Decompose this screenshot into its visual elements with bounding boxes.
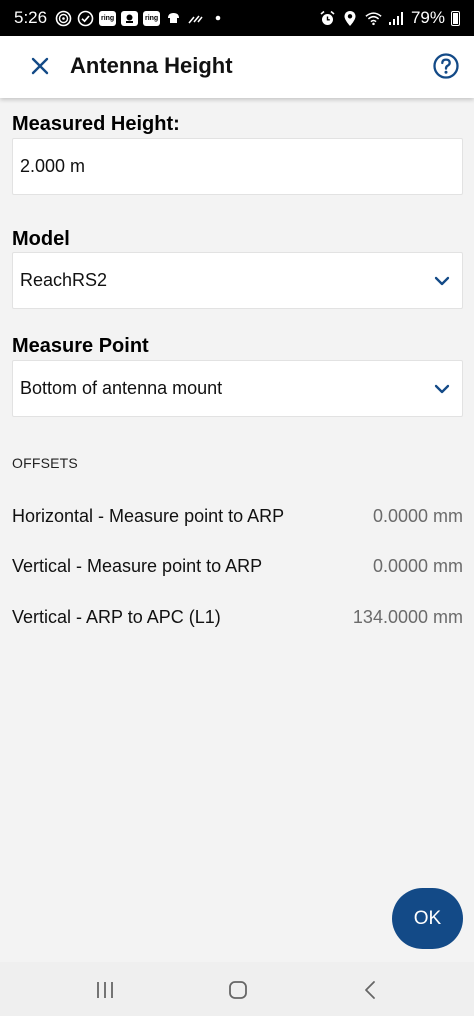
back-button[interactable]	[358, 978, 382, 1002]
alarm-icon	[319, 10, 336, 27]
chef-icon	[165, 10, 182, 27]
offset-label: Vertical - ARP to APC (L1)	[12, 607, 221, 627]
offset-label: Horizontal - Measure point to ARP	[12, 506, 285, 526]
app-icon	[121, 10, 139, 26]
notification-icons: ring ring	[55, 10, 226, 27]
offset-row: Horizontal - Measure point to ARP 0.0000…	[12, 506, 463, 527]
home-icon	[229, 981, 247, 999]
measure-point-label: Measure Point	[12, 335, 149, 357]
back-icon	[365, 981, 375, 999]
offset-row: Vertical - ARP to APC (L1) 134.0000 mm	[12, 607, 463, 628]
offset-row: Vertical - Measure point to ARP 0.0000 m…	[12, 556, 463, 577]
wifi-icon	[365, 10, 382, 27]
offsets-heading: OFFSETS	[12, 455, 78, 471]
recent-apps-icon	[97, 982, 113, 998]
location-icon	[342, 10, 359, 27]
measured-height-label: Measured Height:	[12, 113, 180, 135]
chevron-down-icon	[434, 276, 450, 286]
measured-height-value: 2.000 m	[20, 156, 86, 176]
battery-icon	[451, 10, 460, 26]
page-title: Antenna Height	[70, 53, 233, 78]
ring-icon: ring	[99, 10, 117, 26]
close-button[interactable]	[26, 52, 54, 80]
model-select[interactable]: ReachRS2	[12, 252, 463, 309]
offset-value: 0.0000 mm	[372, 556, 463, 576]
model-value: ReachRS2	[20, 270, 108, 290]
recent-apps-button[interactable]	[93, 978, 117, 1002]
dot-icon	[209, 10, 226, 27]
check-circle-icon	[77, 10, 94, 27]
app-bar: Antenna Height	[0, 36, 474, 98]
measure-point-select[interactable]: Bottom of antenna mount	[12, 360, 463, 417]
offset-value: 134.0000 mm	[352, 607, 463, 627]
help-button[interactable]	[432, 52, 460, 80]
ring-icon: ring	[143, 10, 161, 26]
tool-icon	[187, 10, 204, 27]
system-status-icons: 79%	[319, 8, 460, 28]
measured-height-input[interactable]: 2.000 m	[12, 138, 463, 195]
signal-circle-icon	[55, 10, 72, 27]
ok-button[interactable]: OK	[392, 888, 463, 949]
measure-point-value: Bottom of antenna mount	[20, 378, 223, 398]
help-icon	[433, 53, 459, 79]
navigation-bar	[0, 962, 474, 1016]
home-button[interactable]	[226, 978, 250, 1002]
model-label: Model	[12, 228, 70, 250]
offset-label: Vertical - Measure point to ARP	[12, 556, 263, 576]
offset-value: 0.0000 mm	[372, 506, 463, 526]
status-bar: 5:26 ring ring 79%	[0, 0, 474, 36]
battery-percent: 79%	[410, 8, 445, 27]
status-time: 5:26	[14, 8, 48, 27]
close-icon	[31, 57, 49, 75]
chevron-down-icon	[434, 384, 450, 394]
cell-signal-icon	[388, 10, 405, 27]
